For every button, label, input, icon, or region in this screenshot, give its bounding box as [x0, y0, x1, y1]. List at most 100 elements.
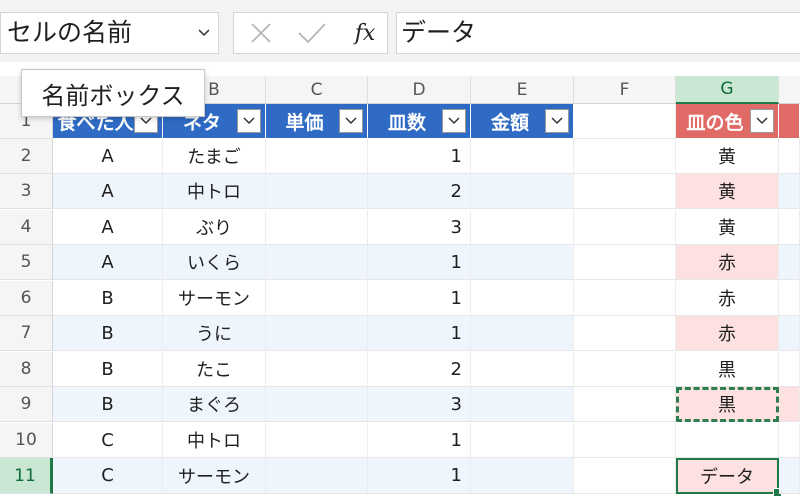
cell-neta[interactable]: いくら — [163, 245, 266, 280]
name-box-value[interactable]: セルの名前 — [7, 18, 132, 48]
cell-f[interactable] — [574, 423, 676, 458]
cell-plate-color[interactable]: 赤 — [676, 316, 779, 351]
row-header-7[interactable]: 7 — [0, 316, 53, 351]
cell-eater[interactable]: B — [53, 352, 163, 387]
cell-amount[interactable] — [471, 423, 574, 458]
insert-function-icon[interactable]: fx — [346, 13, 384, 53]
row-header-8[interactable]: 8 — [0, 352, 53, 387]
cell-h[interactable] — [779, 458, 800, 494]
cell-plates[interactable]: 1 — [368, 316, 471, 351]
cell-price[interactable] — [266, 423, 368, 458]
cell-amount[interactable] — [471, 174, 574, 209]
cell-plates[interactable]: 1 — [368, 245, 471, 280]
cell-amount[interactable] — [471, 210, 574, 245]
cell-plates[interactable]: 3 — [368, 210, 471, 245]
cell-price[interactable] — [266, 387, 368, 422]
column-header-e[interactable]: E — [471, 76, 574, 103]
cell-f[interactable] — [574, 387, 676, 422]
cell-f[interactable] — [574, 458, 676, 494]
cell-amount[interactable] — [471, 458, 574, 494]
cell-f[interactable] — [574, 316, 676, 351]
cell-h[interactable] — [779, 423, 800, 458]
cell-neta[interactable]: たまご — [163, 139, 266, 174]
row-header-10[interactable]: 10 — [0, 423, 53, 458]
cell-price[interactable] — [266, 139, 368, 174]
cell-f[interactable] — [574, 281, 676, 316]
cell-plate-color[interactable]: 黄 — [676, 139, 779, 174]
cell-amount[interactable] — [471, 387, 574, 422]
filter-dropdown-icon[interactable] — [339, 109, 363, 133]
column-header-d[interactable]: D — [368, 76, 471, 103]
cell-amount[interactable] — [471, 352, 574, 387]
cell-neta[interactable]: 中トロ — [163, 423, 266, 458]
cell-neta[interactable]: うに — [163, 316, 266, 351]
cell-plates[interactable]: 3 — [368, 387, 471, 422]
cell-copy-selection[interactable]: 黒 — [676, 387, 779, 422]
cancel-icon[interactable] — [244, 13, 278, 53]
cell-h[interactable] — [779, 281, 800, 316]
filter-dropdown-icon[interactable] — [545, 109, 569, 133]
cell-f[interactable] — [574, 245, 676, 280]
cell-plates[interactable]: 1 — [368, 458, 471, 494]
row-header-4[interactable]: 4 — [0, 210, 53, 245]
formula-bar-value[interactable]: データ — [401, 18, 476, 48]
cell-plate-color[interactable]: 黒 — [676, 352, 779, 387]
cell-amount[interactable] — [471, 316, 574, 351]
cell-plates[interactable]: 2 — [368, 174, 471, 209]
column-header-c[interactable]: C — [266, 76, 368, 103]
cell-price[interactable] — [266, 281, 368, 316]
cell-plate-color[interactable]: 赤 — [676, 281, 779, 316]
cell-f1[interactable] — [574, 104, 676, 139]
cell-price[interactable] — [266, 316, 368, 351]
row-header-2[interactable]: 2 — [0, 139, 53, 174]
cell-f[interactable] — [574, 352, 676, 387]
cell-plate-color[interactable] — [676, 423, 779, 458]
cell-eater[interactable]: A — [53, 139, 163, 174]
cell-neta[interactable]: サーモン — [163, 458, 266, 494]
header-cell-c[interactable]: 単価 — [266, 104, 368, 139]
cell-eater[interactable]: B — [53, 316, 163, 351]
cell-amount[interactable] — [471, 245, 574, 280]
cell-h[interactable] — [779, 387, 800, 422]
column-header-f[interactable]: F — [574, 76, 676, 103]
cell-plates[interactable]: 2 — [368, 352, 471, 387]
cell-f[interactable] — [574, 174, 676, 209]
row-header-6[interactable]: 6 — [0, 281, 53, 316]
cell-f[interactable] — [574, 210, 676, 245]
filter-dropdown-icon[interactable] — [750, 109, 774, 133]
chevron-down-icon[interactable] — [190, 13, 218, 53]
cell-f[interactable] — [574, 139, 676, 174]
cell-eater[interactable]: A — [53, 174, 163, 209]
cell-price[interactable] — [266, 352, 368, 387]
cell-eater[interactable]: A — [53, 245, 163, 280]
cell-h[interactable] — [779, 210, 800, 245]
cell-neta[interactable]: 中トロ — [163, 174, 266, 209]
formula-bar[interactable]: データ — [396, 12, 800, 54]
cell-neta[interactable]: サーモン — [163, 281, 266, 316]
cell-h[interactable] — [779, 174, 800, 209]
cell-neta[interactable]: たこ — [163, 352, 266, 387]
header-cell-d[interactable]: 皿数 — [368, 104, 471, 139]
cell-neta[interactable]: ぶり — [163, 210, 266, 245]
header-cell-h[interactable] — [779, 104, 800, 139]
header-cell-g[interactable]: 皿の色 — [676, 104, 779, 139]
cell-eater[interactable]: B — [53, 281, 163, 316]
cell-eater[interactable]: A — [53, 210, 163, 245]
cell-plates[interactable]: 1 — [368, 281, 471, 316]
cell-plate-color[interactable]: 赤 — [676, 245, 779, 280]
cell-h[interactable] — [779, 245, 800, 280]
row-header-9[interactable]: 9 — [0, 387, 53, 422]
cell-h[interactable] — [779, 139, 800, 174]
row-header-5[interactable]: 5 — [0, 245, 53, 280]
check-icon[interactable] — [294, 13, 330, 53]
cell-amount[interactable] — [471, 139, 574, 174]
column-header-g[interactable]: G — [676, 76, 779, 104]
cell-plate-color[interactable]: 黄 — [676, 210, 779, 245]
cell-neta[interactable]: まぐろ — [163, 387, 266, 422]
filter-dropdown-icon[interactable] — [442, 109, 466, 133]
cell-amount[interactable] — [471, 281, 574, 316]
filter-dropdown-icon[interactable] — [237, 109, 261, 133]
column-header-h[interactable] — [779, 76, 800, 103]
cell-plates[interactable]: 1 — [368, 423, 471, 458]
row-header-3[interactable]: 3 — [0, 174, 53, 209]
